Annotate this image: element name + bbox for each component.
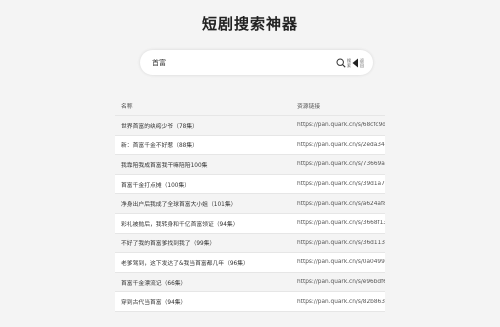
result-name[interactable]: 老爹驾到，这下发达了&我当首富都几年（96集） <box>115 258 297 267</box>
table-header: 名称 资源链接 <box>115 95 385 116</box>
result-link[interactable]: https://pan.quark.cn/s/e96bdf6c47f5 <box>297 279 385 285</box>
table-row[interactable]: 首富千金打点摊（100集） https://pan.quark.cn/s/39d1… <box>115 174 385 195</box>
results-table: 名称 资源链接 世界首富的纨绔少爷（78集） https://pan.quark.… <box>115 95 385 312</box>
result-name[interactable]: 首富千金漂流记（66集） <box>115 278 297 287</box>
result-link[interactable]: https://pan.quark.cn/s/73669a528a62 <box>297 161 385 167</box>
table-row[interactable]: 净身出户后我成了全球首富大小姐（101集） https://pan.quark.c… <box>115 194 385 214</box>
search-button-label: 搜 索 <box>347 57 351 68</box>
result-link[interactable]: https://pan.quark.cn/s/2eda34ca75e9 <box>297 142 385 148</box>
table-row[interactable]: 首富千金漂流记（66集） https://pan.quark.cn/s/e96bd… <box>115 273 385 293</box>
result-name[interactable]: 首富千金打点摊（100集） <box>115 180 297 189</box>
search-icon <box>336 53 346 72</box>
result-name[interactable]: 我靠陪我成首富我干嘛陪陪100集 <box>115 160 297 169</box>
result-name[interactable]: 彩礼被抛后，我转身和千亿首富领证（94集） <box>115 219 297 228</box>
back-triangle-icon <box>352 53 359 72</box>
table-row[interactable]: 我靠陪我成首富我干嘛陪陪100集 https://pan.quark.cn/s/7… <box>115 155 385 175</box>
page-title: 短剧搜索神器 <box>201 15 298 33</box>
result-link[interactable]: https://pan.quark.cn/s/82b8637cb905 <box>297 299 385 305</box>
result-name[interactable]: 世界首富的纨绔少爷（78集） <box>115 121 297 130</box>
result-name[interactable]: 净身出户后我成了全球首富大小姐（101集） <box>115 199 297 208</box>
table-row[interactable]: 彩礼被抛后，我转身和千亿首富领证（94集） https://pan.quark.c… <box>115 213 385 234</box>
table-row[interactable]: 穿到古代当首富（94集） https://pan.quark.cn/s/82b86… <box>115 292 385 312</box>
table-row[interactable]: 不好了我的首富爹找到我了（99集） https://pan.quark.cn/s/… <box>115 234 385 254</box>
table-row[interactable]: 老爹驾到，这下发达了&我当首富都几年（96集） https://pan.quark… <box>115 253 385 273</box>
search-input[interactable] <box>152 54 332 71</box>
table-row[interactable]: 新：首富千金不好惹（88集） https://pan.quark.cn/s/2ed… <box>115 135 385 156</box>
column-header-link: 资源链接 <box>297 103 321 110</box>
result-link[interactable]: https://pan.quark.cn/s/0a0499ec3c8f <box>297 259 385 265</box>
result-link[interactable]: https://pan.quark.cn/s/39d1a70377a5 <box>297 181 385 187</box>
column-header-name: 名称 <box>121 103 133 110</box>
search-button[interactable]: 搜 索 <box>336 55 351 70</box>
table-row[interactable]: 世界首富的纨绔少爷（78集） https://pan.quark.cn/s/68c… <box>115 116 385 136</box>
result-link[interactable]: https://pan.quark.cn/s/36d113edb867 <box>297 240 385 246</box>
search-bar: 搜 索 返 回 <box>140 50 373 75</box>
back-button[interactable]: 返 回 <box>352 55 364 70</box>
result-link[interactable]: https://pan.quark.cn/s/a624af8cd419 <box>297 201 385 207</box>
result-name[interactable]: 新：首富千金不好惹（88集） <box>115 140 297 149</box>
back-button-label: 返 回 <box>360 57 364 68</box>
result-name[interactable]: 穿到古代当首富（94集） <box>115 297 297 306</box>
result-name[interactable]: 不好了我的首富爹找到我了（99集） <box>115 238 297 247</box>
result-link[interactable]: https://pan.quark.cn/s/68cfc9d7de50 <box>297 122 385 128</box>
result-link[interactable]: https://pan.quark.cn/s/3668f13a256c <box>297 220 385 226</box>
